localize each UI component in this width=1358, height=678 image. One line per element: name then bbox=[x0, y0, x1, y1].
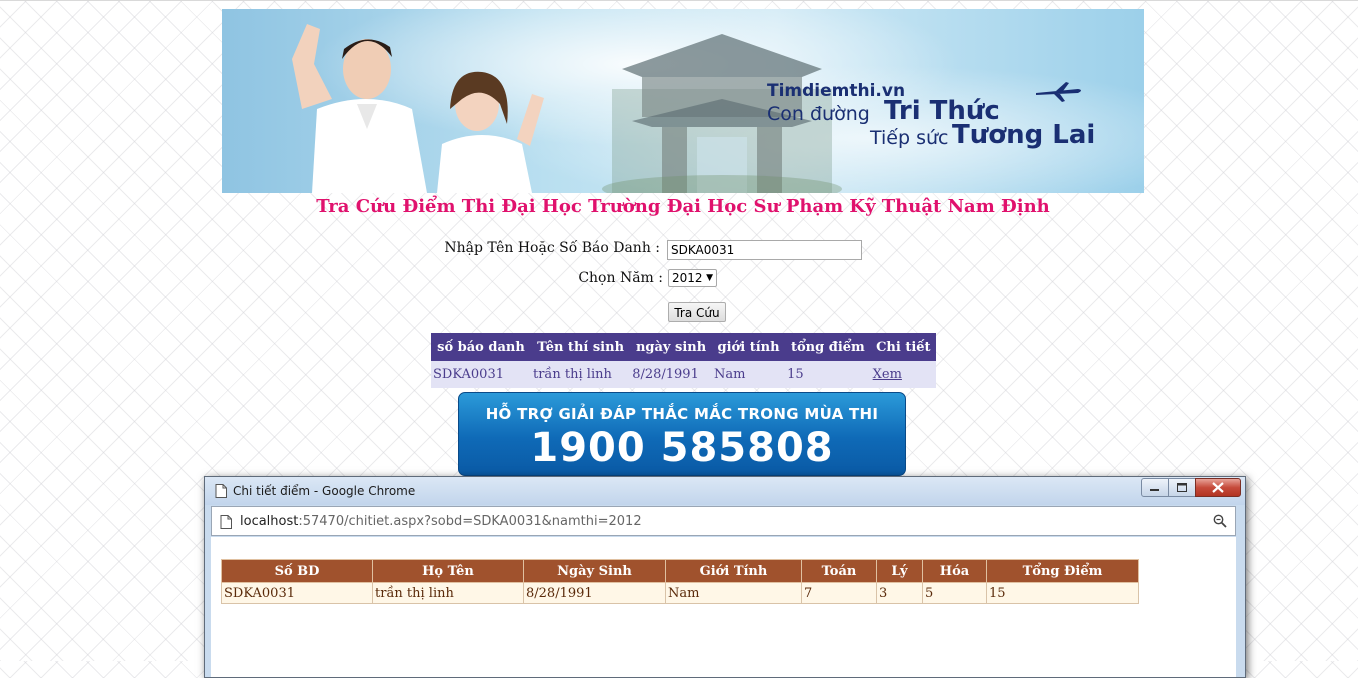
restore-icon bbox=[1177, 483, 1187, 492]
detail-cell-id: SDKA0031 bbox=[221, 582, 373, 604]
table-row: SDKA0031 trần thị linh 8/28/1991 Nam 7 3… bbox=[221, 582, 1139, 604]
zoom-icon[interactable] bbox=[1213, 514, 1227, 528]
year-select[interactable]: 2012 ▼ bbox=[668, 269, 717, 287]
hotline-banner: HỖ TRỢ GIẢI ĐÁP THẮC MẮC TRONG MÙA THI 1… bbox=[458, 392, 906, 476]
cell-detail: Xem bbox=[870, 361, 936, 388]
col-header-dob: ngày sinh bbox=[630, 333, 712, 361]
page-info-icon[interactable] bbox=[220, 515, 232, 529]
popup-content: Số BD Họ Tên Ngày Sinh Giới Tính Toán Lý… bbox=[211, 537, 1236, 677]
cell-id: SDKA0031 bbox=[431, 361, 531, 388]
col-header-name: Tên thí sinh bbox=[530, 333, 631, 361]
col-header-gender: giới tính bbox=[711, 333, 786, 361]
url-path: :57470/chitiet.aspx?sobd=SDKA0031&namthi… bbox=[298, 514, 642, 529]
top-border bbox=[0, 0, 1358, 1]
year-select-value: 2012 bbox=[672, 271, 703, 285]
restore-button[interactable] bbox=[1168, 478, 1196, 497]
header-banner: Timdiemthi.vn Con đường Tri Thức Tiếp sứ… bbox=[222, 9, 1144, 193]
detail-cell-dob: 8/28/1991 bbox=[523, 582, 666, 604]
year-label: Chọn Năm : bbox=[578, 270, 663, 286]
table-row: SDKA0031 trần thị linh 8/28/1991 Nam 15 … bbox=[431, 361, 936, 388]
results-table: số báo danh Tên thí sinh ngày sinh giới … bbox=[431, 333, 936, 388]
detail-col-dob: Ngày Sinh bbox=[523, 559, 666, 583]
brand-slogan-1a: Con đường bbox=[767, 103, 870, 125]
page-title: Tra Cứu Điểm Thi Đại Học Trường Đại Học … bbox=[316, 196, 1050, 217]
detail-col-id: Số BD bbox=[221, 559, 373, 583]
cell-name: trần thị linh bbox=[530, 361, 631, 388]
detail-col-total: Tổng Điểm bbox=[986, 559, 1139, 583]
results-header-row: số báo danh Tên thí sinh ngày sinh giới … bbox=[431, 333, 936, 361]
cell-total: 15 bbox=[785, 361, 871, 388]
window-titlebar[interactable]: Chi tiết điểm - Google Chrome bbox=[205, 477, 1245, 505]
detail-col-physics: Lý bbox=[876, 559, 923, 583]
male-student-image bbox=[292, 24, 427, 193]
cell-gender: Nam bbox=[711, 361, 786, 388]
detail-header-row: Số BD Họ Tên Ngày Sinh Giới Tính Toán Lý… bbox=[221, 559, 1139, 583]
airplane-icon bbox=[1036, 82, 1081, 102]
detail-col-gender: Giới Tính bbox=[665, 559, 802, 583]
close-icon bbox=[1212, 482, 1224, 493]
url-text: localhost:57470/chitiet.aspx?sobd=SDKA00… bbox=[240, 514, 642, 529]
chevron-down-icon: ▼ bbox=[706, 273, 713, 283]
close-button[interactable] bbox=[1195, 478, 1241, 497]
search-button[interactable]: Tra Cứu bbox=[668, 302, 726, 322]
detail-col-chemistry: Hóa bbox=[922, 559, 987, 583]
detail-cell-gender: Nam bbox=[665, 582, 802, 604]
url-host: localhost bbox=[240, 514, 299, 529]
brand-slogan-2a: Tiếp sức bbox=[870, 127, 949, 149]
address-bar[interactable]: localhost:57470/chitiet.aspx?sobd=SDKA00… bbox=[211, 506, 1236, 536]
col-header-detail: Chi tiết bbox=[870, 333, 936, 361]
detail-col-math: Toán bbox=[801, 559, 877, 583]
detail-cell-physics: 3 bbox=[876, 582, 923, 604]
score-detail-table: Số BD Họ Tên Ngày Sinh Giới Tính Toán Lý… bbox=[221, 559, 1139, 604]
detail-cell-chemistry: 5 bbox=[922, 582, 987, 604]
cell-dob: 8/28/1991 bbox=[630, 361, 712, 388]
minimize-icon bbox=[1150, 489, 1159, 491]
minimize-button[interactable] bbox=[1141, 478, 1169, 497]
female-student-image bbox=[437, 71, 544, 193]
hotline-number: 1900 585808 bbox=[530, 425, 834, 471]
name-label: Nhập Tên Hoặc Số Báo Danh : bbox=[444, 240, 660, 256]
detail-popup-window: Chi tiết điểm - Google Chrome localhost:… bbox=[204, 476, 1246, 678]
brand-slogan-2b: Tương Lai bbox=[952, 120, 1096, 150]
detail-cell-math: 7 bbox=[801, 582, 877, 604]
name-or-id-input[interactable]: SDKA0031 bbox=[667, 240, 862, 260]
hotline-caption: HỖ TRỢ GIẢI ĐÁP THẮC MẮC TRONG MÙA THI bbox=[485, 405, 879, 423]
detail-col-name: Họ Tên bbox=[372, 559, 524, 583]
detail-cell-total: 15 bbox=[986, 582, 1139, 604]
detail-cell-name: trần thị linh bbox=[372, 582, 524, 604]
window-title: Chi tiết điểm - Google Chrome bbox=[233, 484, 416, 498]
col-header-total: tổng điểm bbox=[785, 333, 871, 361]
document-icon bbox=[215, 484, 227, 498]
view-detail-link[interactable]: Xem bbox=[873, 367, 902, 382]
window-controls bbox=[1141, 478, 1241, 497]
col-header-id: số báo danh bbox=[431, 333, 531, 361]
